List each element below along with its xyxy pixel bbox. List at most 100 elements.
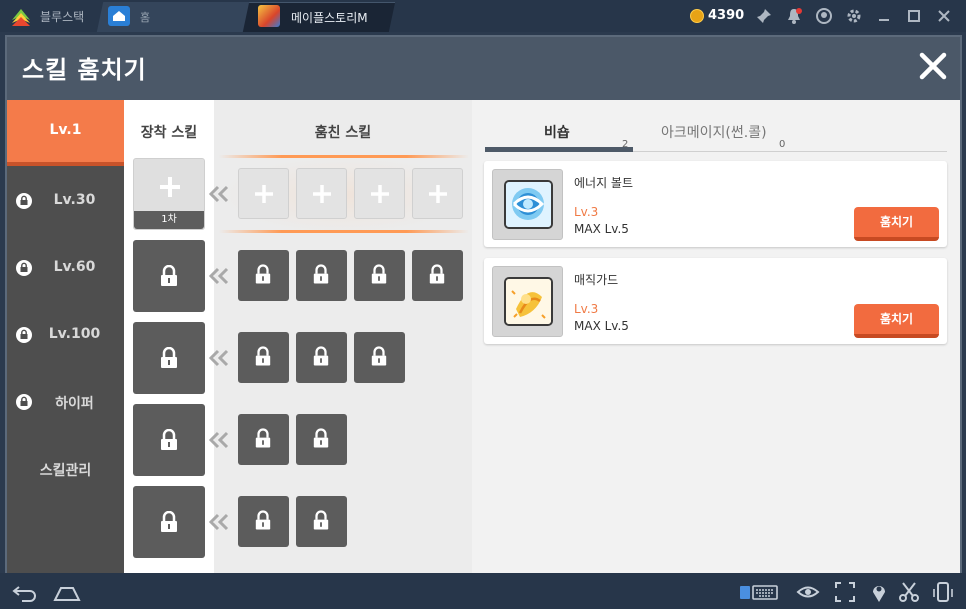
lock-icon	[429, 264, 445, 284]
tab-active-indicator	[485, 147, 633, 152]
coin-count: 4390	[708, 8, 745, 23]
plus-icon	[371, 185, 389, 203]
close-icon[interactable]	[916, 49, 950, 83]
chevron-left-icon	[208, 513, 229, 531]
stolen-slot-3-3[interactable]	[354, 332, 405, 383]
stolen-slot-1-1[interactable]	[238, 168, 289, 219]
keyboard-icon[interactable]	[738, 581, 780, 603]
sidebar-item-label: Lv.100	[48, 326, 101, 342]
stolen-slot-4-1[interactable]	[238, 414, 289, 465]
lock-icon	[161, 265, 177, 286]
skill-card: 매직가드 Lv.3 MAX Lv.5 훔치기	[484, 258, 947, 344]
skill-name: 에너지 볼트	[574, 176, 634, 190]
stolen-slot-2-1[interactable]	[238, 250, 289, 301]
skill-level: Lv.3	[574, 302, 599, 316]
steal-button[interactable]: 훔치기	[854, 304, 939, 338]
fullscreen-icon[interactable]	[834, 581, 856, 603]
lock-icon	[255, 346, 271, 366]
sidebar-item-lv30[interactable]: Lv.30	[7, 170, 124, 236]
stolen-slot-3-1[interactable]	[238, 332, 289, 383]
skill-max-level: MAX Lv.5	[574, 222, 629, 236]
stolen-slot-1-4[interactable]	[412, 168, 463, 219]
chevron-left-icon	[208, 431, 229, 449]
tab-archmage-count: 0	[779, 139, 786, 150]
stolen-slot-4-2[interactable]	[296, 414, 347, 465]
rotate-icon[interactable]	[932, 581, 954, 603]
stolen-slot-3-2[interactable]	[296, 332, 347, 383]
scissors-icon[interactable]	[898, 581, 920, 603]
app-window: 블루스택 홈 메이플스토리M 4390 스킬 훔치기 Lv.1 Lv.30 Lv…	[0, 0, 966, 609]
game-app-icon	[258, 5, 280, 27]
equip-skill-column: 장착 스킬 1차	[124, 100, 214, 573]
lock-icon	[371, 264, 387, 284]
eye-icon[interactable]	[796, 581, 820, 603]
chevron-left-icon	[208, 267, 229, 285]
dialog-body: Lv.1 Lv.30 Lv.60 Lv.100 하이퍼 스킬관리 장착 스킬 1…	[7, 100, 960, 573]
stolen-skill-column: 훔친 스킬	[208, 100, 472, 573]
skill-level: Lv.3	[574, 205, 599, 219]
tab-home-label: 홈	[140, 11, 151, 24]
equip-slot-1[interactable]: 1차	[133, 158, 205, 230]
equip-skill-header: 장착 스킬	[140, 125, 198, 141]
stolen-slot-2-4[interactable]	[412, 250, 463, 301]
back-icon[interactable]	[10, 581, 40, 603]
equip-slot-3[interactable]	[133, 322, 205, 394]
lock-icon	[161, 347, 177, 368]
lock-icon	[313, 510, 329, 530]
bell-icon[interactable]	[785, 7, 803, 25]
tab-bishop[interactable]: 비숍	[544, 122, 570, 142]
home-nav-icon[interactable]	[52, 581, 82, 603]
window-close-icon[interactable]	[935, 7, 953, 25]
steal-button[interactable]: 훔치기	[854, 207, 939, 241]
lock-icon	[313, 346, 329, 366]
stolen-skill-header: 훔친 스킬	[314, 125, 372, 141]
sidebar-item-hyper[interactable]: 하이퍼	[7, 371, 124, 437]
stolen-slot-2-2[interactable]	[296, 250, 347, 301]
chevron-left-icon	[208, 349, 229, 367]
skill-max-level: MAX Lv.5	[574, 319, 629, 333]
stolen-slot-5-2[interactable]	[296, 496, 347, 547]
sidebar-item-lv100[interactable]: Lv.100	[7, 304, 124, 370]
plus-icon	[429, 185, 447, 203]
stolen-slot-5-1[interactable]	[238, 496, 289, 547]
lock-icon	[255, 510, 271, 530]
equip-slot-2[interactable]	[133, 240, 205, 312]
title-bar: 블루스택 홈 메이플스토리M 4390	[0, 0, 966, 32]
bottom-nav-bar	[0, 573, 966, 609]
plus-icon	[313, 185, 331, 203]
tab-archmage[interactable]: 아크메이지(썬.콜)	[661, 122, 767, 142]
gear-icon[interactable]	[845, 7, 863, 25]
lock-icon	[371, 346, 387, 366]
plus-icon	[255, 185, 273, 203]
sidebar-item-label: Lv.60	[53, 259, 96, 275]
equip-slot-4[interactable]	[133, 404, 205, 476]
location-icon[interactable]	[868, 581, 890, 603]
stolen-slot-1-3[interactable]	[354, 168, 405, 219]
skill-icon-frame	[492, 266, 563, 337]
stolen-slot-2-3[interactable]	[354, 250, 405, 301]
row-highlight-top	[219, 155, 469, 158]
skill-name: 매직가드	[574, 273, 619, 287]
plus-icon	[160, 177, 180, 197]
bluestacks-logo-icon	[12, 9, 30, 26]
equip-slot-5[interactable]	[133, 486, 205, 558]
skill-source-panel: 비숍 2 아크메이지(썬.콜) 0 에너지 볼트 Lv.3 MAX Lv.5 훔…	[472, 100, 960, 573]
magic-guard-icon	[504, 277, 553, 326]
pin-icon[interactable]	[755, 7, 773, 25]
slot-tag: 1차	[134, 211, 204, 229]
sidebar-item-lv60[interactable]: Lv.60	[7, 237, 124, 303]
sidebar-item-label: 스킬관리	[39, 463, 92, 479]
home-icon[interactable]	[108, 6, 130, 26]
sidebar-item-skill-manage[interactable]: 스킬관리	[7, 438, 124, 504]
minimize-icon[interactable]	[875, 7, 893, 25]
dialog-title: 스킬 훔치기	[22, 56, 147, 84]
lock-icon	[255, 264, 271, 284]
account-icon[interactable]	[815, 7, 833, 25]
maximize-icon[interactable]	[905, 7, 923, 25]
sidebar-item-label: 하이퍼	[55, 396, 94, 412]
sidebar-item-lv1[interactable]: Lv.1	[7, 100, 124, 166]
stolen-slot-1-2[interactable]	[296, 168, 347, 219]
sidebar-item-label: Lv.1	[49, 122, 82, 138]
tab-game-label: 메이플스토리M	[291, 11, 368, 25]
level-sidebar: Lv.1 Lv.30 Lv.60 Lv.100 하이퍼 스킬관리	[7, 100, 124, 573]
